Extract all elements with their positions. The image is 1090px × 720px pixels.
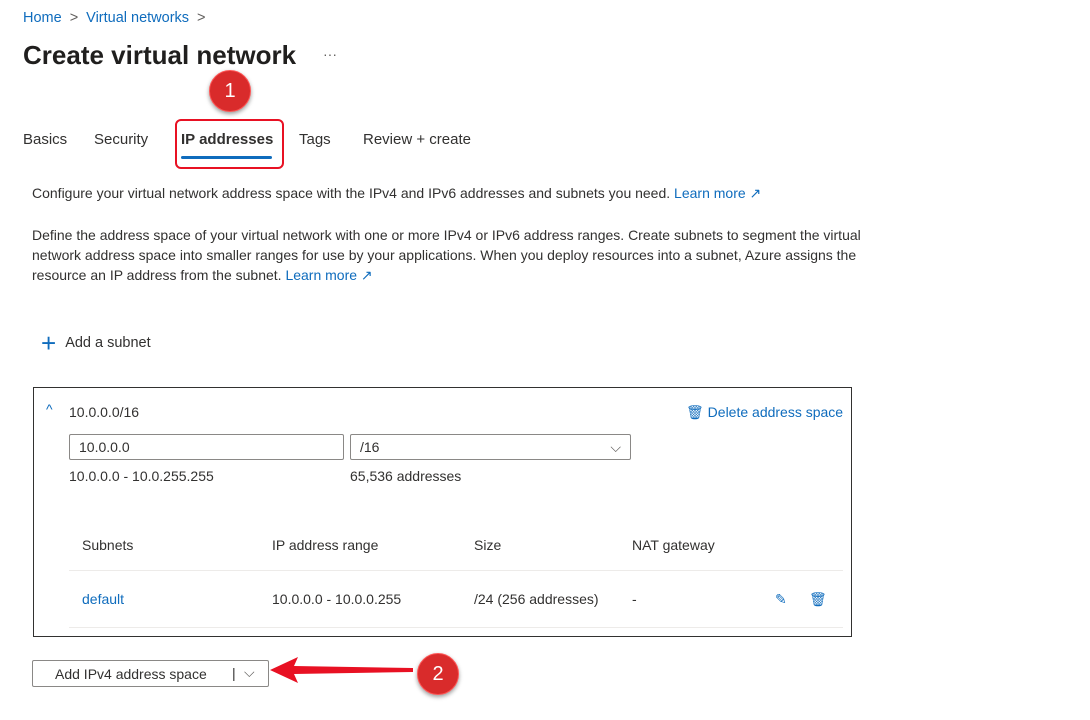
external-link-icon: ↗ bbox=[749, 185, 762, 201]
page-title: Create virtual network bbox=[23, 40, 297, 70]
tab-basics[interactable]: Basics bbox=[23, 131, 67, 148]
subnet-nat: - bbox=[632, 591, 637, 607]
learn-more-link[interactable]: Learn more ↗ bbox=[674, 185, 761, 201]
tab-review-create[interactable]: Review + create bbox=[363, 131, 471, 148]
annotation-arrow bbox=[270, 657, 413, 683]
address-range: 10.0.0.0 - 10.0.255.255 bbox=[69, 468, 214, 484]
delete-address-space-button[interactable]: 🗑 Delete address space bbox=[686, 404, 843, 421]
divider bbox=[69, 570, 843, 571]
add-subnet-label: Add a subnet bbox=[65, 335, 151, 351]
column-header-size: Size bbox=[474, 537, 502, 553]
collapse-chevron-up-icon[interactable]: ^ bbox=[46, 401, 53, 417]
description-text: Define the address space of your virtual… bbox=[32, 227, 861, 283]
divider bbox=[69, 627, 843, 628]
learn-more-link-2[interactable]: Learn more ↗ bbox=[285, 267, 372, 283]
external-link-icon: ↗ bbox=[360, 267, 373, 283]
chevron-down-icon: ⌵ bbox=[610, 439, 621, 455]
add-subnet-button[interactable]: + Add a subnet bbox=[41, 328, 151, 358]
breadcrumb-home[interactable]: Home bbox=[23, 10, 62, 26]
separator: | bbox=[232, 665, 236, 681]
button-label: Add IPv4 address space bbox=[55, 666, 207, 682]
edit-pencil-icon[interactable]: ✎ bbox=[775, 591, 787, 608]
prefix-select[interactable]: /16 ⌵ bbox=[350, 434, 631, 460]
add-ipv4-address-space-button[interactable]: Add IPv4 address space | ⌵ bbox=[32, 660, 269, 687]
address-count: 65,536 addresses bbox=[350, 468, 462, 484]
chevron-down-icon[interactable]: ⌵ bbox=[244, 664, 255, 681]
breadcrumb: Home > Virtual networks > bbox=[23, 10, 214, 26]
address-space-header: 10.0.0.0/16 bbox=[69, 404, 140, 420]
address-space-panel bbox=[33, 387, 852, 637]
annotation-badge-1: 1 bbox=[209, 70, 251, 112]
breadcrumb-virtual-networks[interactable]: Virtual networks bbox=[86, 10, 189, 26]
delete-trash-icon[interactable]: 🗑 bbox=[809, 591, 827, 608]
subnet-link-default[interactable]: default bbox=[82, 591, 124, 607]
tab-security[interactable]: Security bbox=[94, 131, 148, 148]
annotation-highlight bbox=[175, 119, 284, 169]
chevron-right-icon: > bbox=[197, 10, 206, 26]
more-options-button[interactable]: ··· bbox=[323, 46, 337, 62]
column-header-subnets: Subnets bbox=[82, 537, 134, 553]
subnet-size: /24 (256 addresses) bbox=[474, 591, 599, 607]
column-header-nat: NAT gateway bbox=[632, 537, 715, 553]
subnet-range: 10.0.0.0 - 10.0.0.255 bbox=[272, 591, 402, 607]
plus-icon: + bbox=[41, 328, 57, 358]
intro-text: Configure your virtual network address s… bbox=[32, 185, 762, 201]
trash-icon: 🗑 bbox=[686, 404, 704, 420]
column-header-ip-range: IP address range bbox=[272, 537, 379, 553]
chevron-right-icon: > bbox=[69, 10, 79, 26]
ip-address-input[interactable]: 10.0.0.0 bbox=[69, 434, 344, 460]
annotation-badge-2: 2 bbox=[417, 653, 459, 695]
tab-tags[interactable]: Tags bbox=[299, 131, 331, 148]
